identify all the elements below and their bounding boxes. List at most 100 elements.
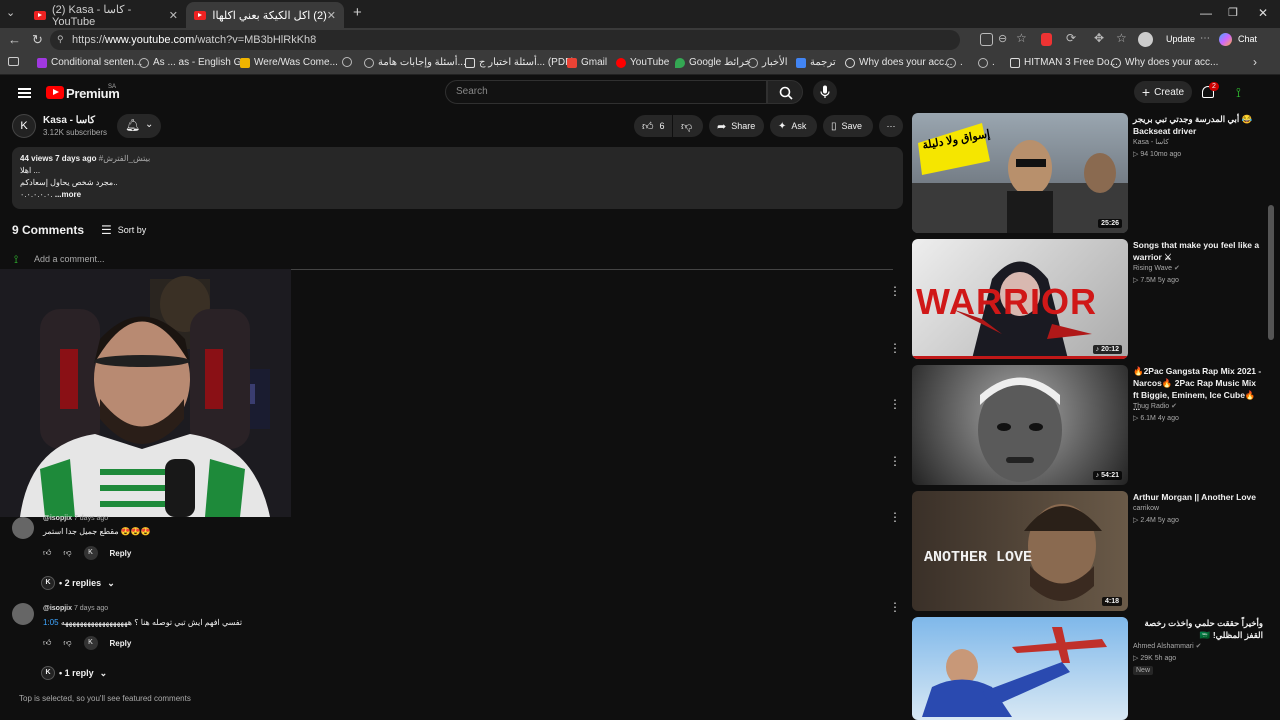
recommended-video-channel[interactable]: carrikow (1133, 503, 1263, 515)
thumbs-up-icon[interactable]: 👍︎ (43, 638, 51, 648)
sort-comments-button[interactable]: ☰ Sort by (101, 223, 146, 237)
subscription-bell-button[interactable]: 🔔︎ ⌄ (117, 114, 161, 138)
like-button[interactable]: 👍︎ 6 (634, 115, 672, 137)
tab-close-icon[interactable]: ✕ (327, 9, 336, 22)
update-button[interactable]: Update (1166, 34, 1195, 44)
extensions-puzzle-icon[interactable]: ✥ (1094, 31, 1104, 45)
bookmark-item[interactable]: . (978, 57, 995, 68)
voice-search-button[interactable] (813, 80, 837, 104)
reply-button[interactable]: Reply (110, 549, 132, 558)
bookmark-item[interactable]: As ... as - English G... (139, 57, 250, 68)
view-replies-button[interactable]: K • 2 replies ⌄ (41, 576, 115, 590)
bookmark-item[interactable]: Why does your acc... (1111, 57, 1218, 68)
thumbs-up-icon[interactable]: 👍︎ (43, 548, 51, 558)
bookmark-item[interactable]: ترجمة (796, 57, 836, 68)
tab-close-icon[interactable]: ✕ (169, 9, 178, 22)
more-menu-icon[interactable]: ⋯ (1200, 33, 1210, 44)
bookmark-item[interactable]: أسئلة وإجابات هامة... (364, 57, 466, 68)
dislike-button[interactable]: 👎︎ (673, 115, 703, 137)
bookmark-item[interactable] (342, 57, 356, 67)
recommended-video-title[interactable]: أبي المدرسة وجدتي تبي بريجر 😂 Backseat d… (1133, 113, 1263, 137)
recommended-video-channel[interactable]: Ahmed Alshammari ✔ (1133, 641, 1263, 653)
bookmark-item[interactable]: YouTube (616, 57, 669, 68)
restore-icon[interactable]: ❐ (1228, 6, 1238, 19)
reload-icon[interactable]: ↻ (32, 32, 43, 48)
thumbs-down-icon[interactable]: 👎︎ (63, 548, 71, 558)
ask-button[interactable]: ✦ Ask (770, 115, 817, 137)
youtube-logo-icon[interactable] (46, 86, 64, 99)
bookmark-item[interactable]: الأخبار (748, 57, 788, 68)
search-input[interactable]: Search (445, 80, 767, 104)
bookmark-item[interactable]: . (946, 57, 963, 68)
install-app-icon[interactable] (980, 33, 993, 46)
comment-author[interactable]: @isopjix (43, 605, 72, 612)
new-tab-icon[interactable]: + (353, 4, 362, 21)
tab-search-icon[interactable]: ⌄ (6, 6, 15, 19)
back-icon[interactable]: ← (8, 32, 21, 47)
comment-author[interactable]: @isopjix (43, 515, 72, 522)
recommended-video-thumbnail[interactable]: WARRIOR ♪ 20:12 (912, 239, 1128, 359)
recommended-video-title[interactable]: وأخيراً حققت حلمي واخذت رخصة القفز المظل… (1133, 617, 1263, 641)
address-bar[interactable]: ⚲ https://www.youtube.com/watch?v=MB3bHl… (50, 30, 960, 50)
chat-button[interactable]: Chat (1238, 34, 1257, 44)
recommended-video-thumbnail[interactable] (912, 617, 1128, 720)
video-description[interactable]: 44 views 7 days ago #بيتش_الفترش اهلا ..… (12, 147, 903, 209)
recommended-video-thumbnail[interactable]: ANOTHER LOVE 4:18 (912, 491, 1128, 611)
more-actions-button[interactable]: ⋯ (879, 115, 903, 137)
bookmark-item[interactable]: Conditional senten... (37, 57, 142, 68)
bookmark-item[interactable]: أسئلة اختبار ج... (PDF) (465, 57, 575, 68)
recommended-video-thumbnail[interactable]: إسواق ولا دليلة 25:26 (912, 113, 1128, 233)
recommended-video-title[interactable]: Arthur Morgan || Another Love (1133, 491, 1263, 503)
zoom-icon[interactable]: ⊖ (998, 32, 1007, 45)
recommended-video-channel[interactable]: Kasa - كاسا (1133, 137, 1263, 149)
comment-time[interactable]: 7 days ago (74, 605, 108, 612)
comment-menu-icon[interactable]: ⋮ (889, 285, 901, 297)
comment-menu-icon[interactable]: ⋮ (889, 342, 901, 354)
description-hashtag[interactable]: #بيتش_الفترش (99, 154, 150, 163)
recommended-video-channel[interactable]: Thug Radio ✔ (1133, 401, 1263, 413)
comment-menu-icon[interactable]: ⋮ (889, 398, 901, 410)
comment-menu-icon[interactable]: ⋮ (889, 511, 901, 523)
site-info-icon[interactable]: ⚲ (57, 34, 64, 45)
menu-icon[interactable] (18, 88, 31, 98)
comment-avatar[interactable] (12, 517, 34, 539)
chevron-right-icon[interactable]: › (1253, 55, 1257, 69)
add-comment-input[interactable]: Add a comment... (34, 254, 893, 270)
recommended-video-title[interactable]: Songs that make you feel like a warrior … (1133, 239, 1263, 263)
favorites-icon[interactable]: ☆ (1116, 31, 1127, 45)
profile-avatar[interactable] (1138, 32, 1153, 47)
thumbs-down-icon[interactable]: 👎︎ (63, 638, 71, 648)
comment-time[interactable]: 7 days ago (74, 515, 108, 522)
create-button[interactable]: + Create (1134, 81, 1192, 103)
tab-kasa-channel[interactable]: (2) Kasa - كاسا - YouTube ✕ (26, 2, 186, 28)
extensions-icon[interactable]: ⟳ (1066, 31, 1076, 45)
view-replies-button[interactable]: K • 1 reply ⌄ (41, 666, 107, 680)
channel-name[interactable]: Kasa - كاسا (43, 115, 95, 126)
reply-button[interactable]: Reply (110, 639, 132, 648)
window-close-icon[interactable]: ✕ (1258, 6, 1268, 20)
bookmark-item[interactable]: HITMAN 3 Free Do... (1010, 57, 1118, 68)
comment-menu-icon[interactable]: ⋮ (889, 601, 901, 613)
extension-red-icon[interactable] (1041, 33, 1052, 46)
minimize-icon[interactable]: — (1200, 6, 1212, 20)
bookmark-item[interactable]: Why does your acc... (845, 57, 952, 68)
comment-menu-icon[interactable]: ⋮ (889, 455, 901, 467)
bookmark-item[interactable]: Google خرائط (675, 57, 751, 68)
bookmark-item[interactable]: Gmail (567, 57, 607, 68)
copilot-icon[interactable] (1219, 33, 1232, 46)
page-scrollbar[interactable] (1268, 205, 1274, 340)
account-avatar[interactable]: ⟟ (1236, 85, 1250, 101)
comment-timestamp-link[interactable]: 1:05 (43, 618, 59, 627)
bookmark-item[interactable]: Were/Was Come... (240, 57, 338, 68)
tab-current-video[interactable]: (2) اكل الكيكة بعني اكلهاااا 🥰 - Tube ✕ (186, 2, 344, 28)
search-button[interactable] (767, 80, 803, 104)
bookmark-star-icon[interactable]: ☆ (1016, 31, 1027, 45)
show-more-link[interactable]: ...more (55, 190, 81, 199)
recommended-video-channel[interactable]: Rising Wave ✔ (1133, 263, 1263, 275)
reading-list-icon[interactable] (8, 57, 19, 66)
share-button[interactable]: ➦ Share (709, 115, 764, 137)
recommended-video-thumbnail[interactable]: ♪ 54:21 (912, 365, 1128, 485)
comment-avatar[interactable] (12, 603, 34, 625)
channel-avatar[interactable]: K (12, 114, 36, 138)
save-button[interactable]: ▯ Save (823, 115, 873, 137)
